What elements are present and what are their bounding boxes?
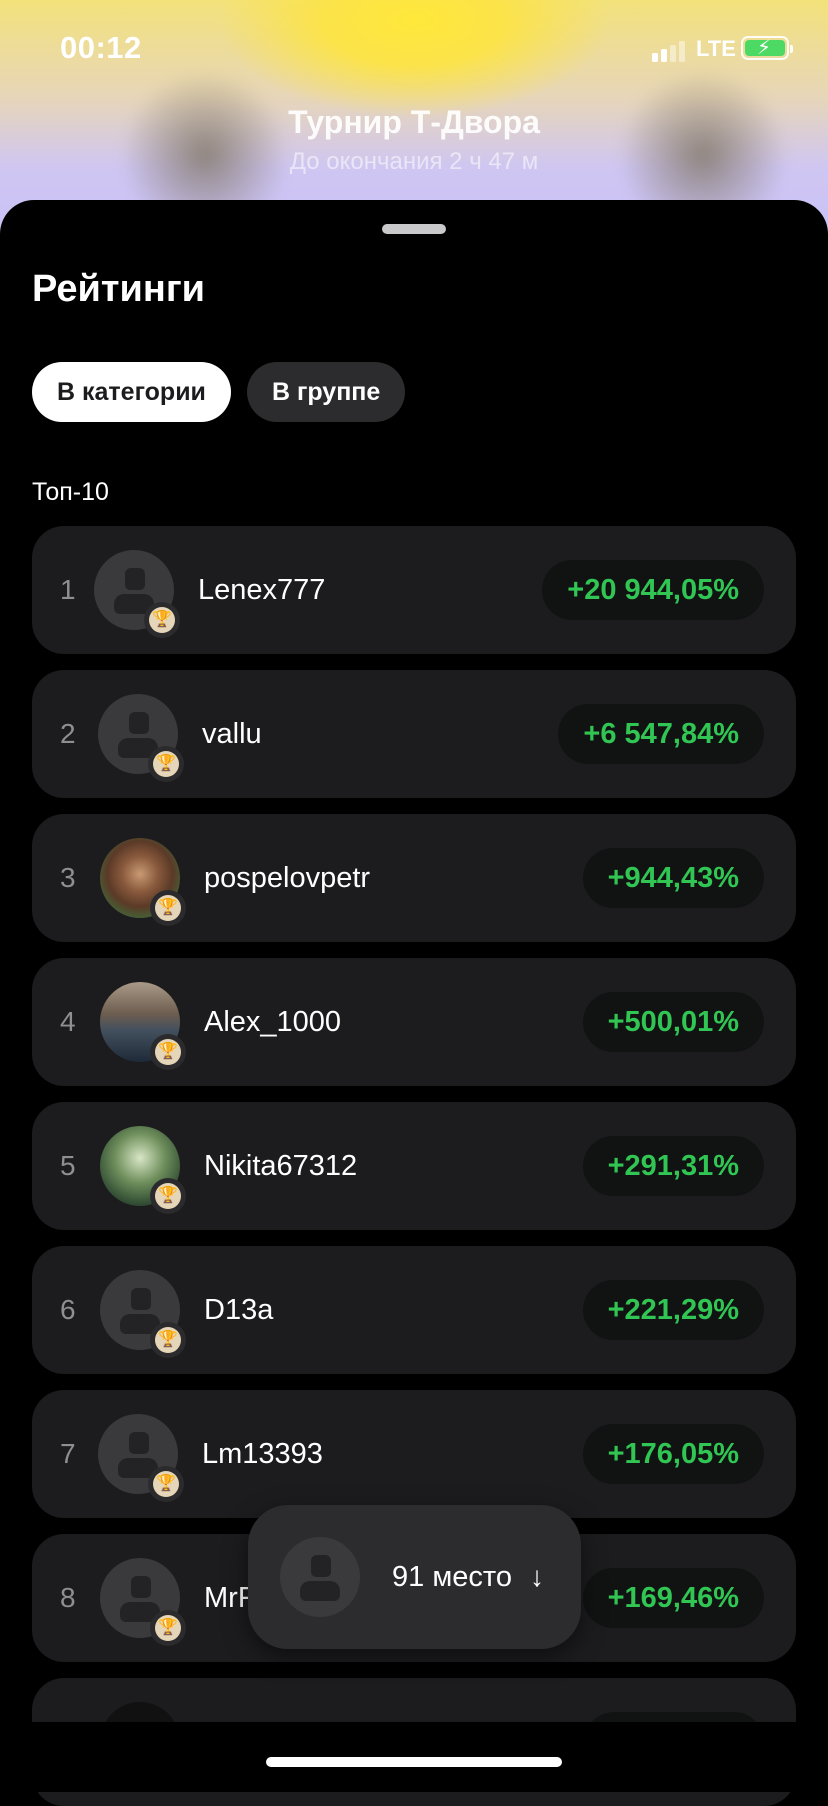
row-username: Lm13393 (202, 1438, 323, 1470)
status-time: 00:12 (60, 30, 142, 65)
trophy-badge: 🏆 (148, 746, 184, 782)
row-rank: 3 (60, 862, 76, 893)
trophy-icon: 🏆 (155, 1183, 181, 1209)
signal-icon (652, 40, 688, 62)
trophy-badge: 🏆 (150, 1610, 186, 1646)
row-return-pill: +176,05% (582, 1424, 764, 1484)
tab-in-category[interactable]: В категории (32, 362, 231, 422)
row-rank: 1 (60, 574, 76, 605)
leaderboard-row[interactable]: 1 🏆 Lenex777 +20 944,05% (32, 526, 796, 654)
tab-in-group[interactable]: В группе (246, 362, 406, 422)
row-rank: 4 (60, 1006, 76, 1037)
charging-bolt-icon: ⚡ (757, 37, 772, 59)
trophy-badge: 🏆 (150, 1322, 186, 1358)
trophy-icon: 🏆 (155, 895, 181, 921)
row-return-pill: +169,46% (582, 1568, 764, 1628)
top-10-label: Топ-10 (32, 478, 109, 506)
leaderboard-row[interactable]: 7 🏆 Lm13393 +176,05% (32, 1390, 796, 1518)
my-place-chip[interactable]: 91 место ↓ (248, 1505, 581, 1649)
leaderboard-row[interactable]: 5 🏆 Nikita67312 +291,31% (32, 1102, 796, 1230)
trophy-badge: 🏆 (150, 1034, 186, 1070)
trophy-badge: 🏆 (150, 890, 186, 926)
trophy-badge: 🏆 (144, 602, 180, 638)
ratings-tabs: В категории В группе (32, 362, 406, 422)
trophy-icon: 🏆 (155, 1327, 181, 1353)
row-return-pill: +500,01% (582, 992, 764, 1052)
row-return-pill: +291,31% (582, 1136, 764, 1196)
row-rank: 8 (60, 1582, 76, 1613)
trophy-icon: 🏆 (153, 751, 179, 777)
row-rank: 5 (60, 1150, 76, 1181)
arrow-down-icon: ↓ (530, 1561, 544, 1592)
trophy-badge: 🏆 (150, 1178, 186, 1214)
tournament-countdown: До окончания 2 ч 47 м (289, 148, 539, 175)
tournament-title: Турнир Т-Двора (288, 104, 540, 140)
row-username: Nikita67312 (204, 1150, 358, 1182)
row-username: Lenex777 (198, 574, 326, 606)
home-indicator[interactable] (266, 1757, 562, 1767)
row-rank: 6 (60, 1294, 76, 1325)
trophy-icon: 🏆 (153, 1471, 179, 1497)
leaderboard-row[interactable]: 3 🏆 pospelovpetr +944,43% (32, 814, 796, 942)
row-username: Alex_1000 (204, 1006, 342, 1038)
row-return-pill: +944,43% (582, 848, 764, 908)
leaderboard-row[interactable]: 6 🏆 D13a +221,29% (32, 1246, 796, 1374)
trophy-icon: 🏆 (149, 607, 175, 633)
row-rank: 7 (60, 1438, 76, 1469)
battery-icon: ⚡ (741, 36, 793, 60)
leaderboard-row[interactable]: 4 🏆 Alex_1000 +500,01% (32, 958, 796, 1086)
leaderboard-row[interactable]: 2 🏆 vallu +6 547,84% (32, 670, 796, 798)
my-place-label: 91 место (392, 1561, 512, 1593)
trophy-icon: 🏆 (155, 1615, 181, 1641)
status-bar: 00:12 LTE ⚡ (0, 0, 828, 100)
row-return-pill: +20 944,05% (542, 560, 764, 620)
row-return-pill: +221,29% (582, 1280, 764, 1340)
sheet-grabber[interactable] (382, 224, 446, 234)
row-username: vallu (202, 718, 262, 750)
ratings-title: Рейтинги (32, 268, 206, 310)
row-return-pill: +6 547,84% (558, 704, 764, 764)
row-rank: 2 (60, 718, 76, 749)
row-username: pospelovpetr (204, 862, 371, 894)
trophy-badge: 🏆 (148, 1466, 184, 1502)
network-type: LTE (696, 36, 736, 61)
trophy-icon: 🏆 (155, 1039, 181, 1065)
my-avatar (280, 1537, 360, 1617)
row-username: D13a (204, 1294, 274, 1326)
